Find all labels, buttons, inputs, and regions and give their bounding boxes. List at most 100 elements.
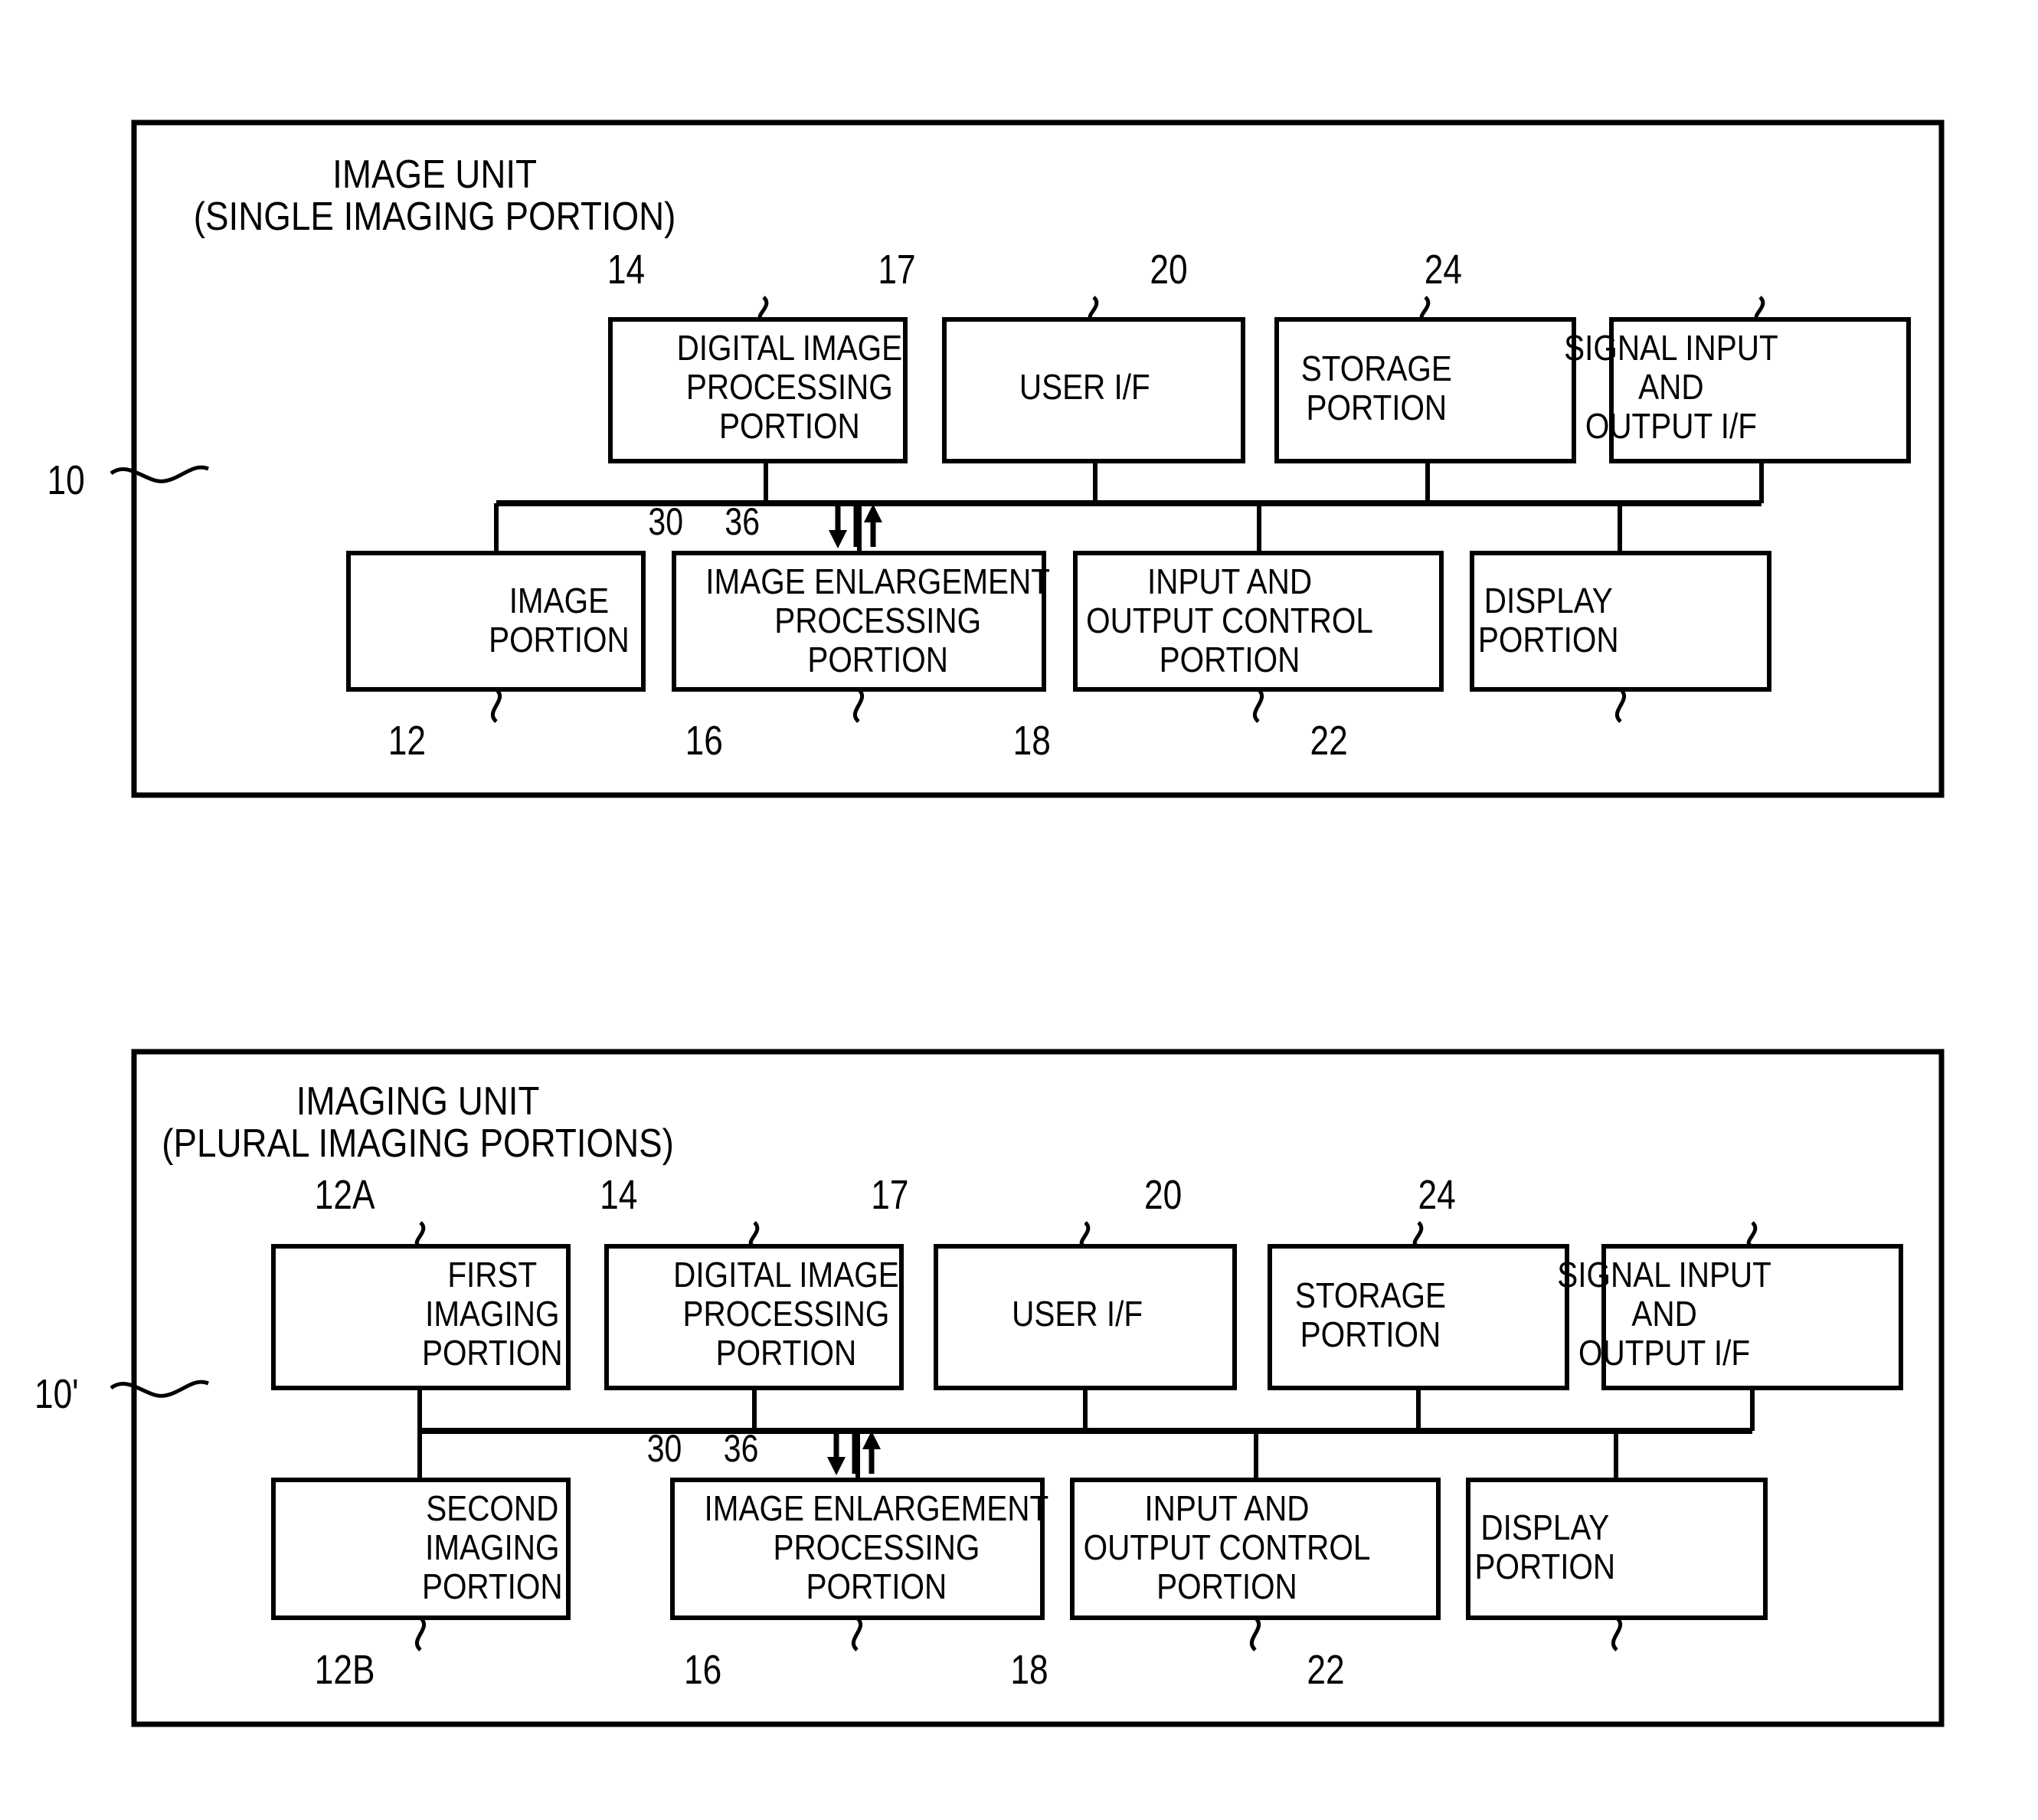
figure-1-title-line1: IMAGE UNIT [332, 152, 537, 196]
f1-box16-line2: PROCESSING [774, 602, 981, 641]
f2-ref-20: 20 [1144, 1172, 1182, 1218]
f2-ref-17: 17 [871, 1172, 908, 1218]
f2-leader-24 [1746, 1221, 1758, 1249]
f2-box-image-enlargement-processing-portion[interactable]: IMAGE ENLARGEMENT PROCESSING PORTION [670, 1478, 1048, 1620]
block-diagram-canvas: 10 IMAGE UNIT (SINGLE IMAGING PORTION) 3… [34, 119, 1945, 1727]
f2-box18-line3: PORTION [1156, 1568, 1297, 1607]
f1-ref-14: 14 [607, 247, 645, 293]
f2-box17-line1: USER I/F [1012, 1295, 1143, 1334]
f1-ref-17: 17 [878, 247, 915, 293]
f2-box12A-line1: FIRST [447, 1256, 537, 1295]
f2-leader-12B [414, 1616, 427, 1651]
f1-leader-12 [490, 688, 502, 723]
f2-ref-14: 14 [600, 1172, 637, 1218]
f1-ref-16: 16 [685, 718, 723, 764]
f2-box-storage-portion[interactable]: STORAGE PORTION [1268, 1244, 1569, 1390]
f1-box18-line3: PORTION [1160, 641, 1300, 680]
f2-box14-line3: PORTION [716, 1334, 857, 1373]
f2-box-digital-image-processing-portion[interactable]: DIGITAL IMAGE PROCESSING PORTION [604, 1244, 904, 1390]
f1-box12-line2: PORTION [489, 621, 630, 660]
f2-box12B-line2: IMAGING [425, 1529, 559, 1568]
f1-leader-24 [1754, 296, 1765, 322]
f1-ref-20: 20 [1150, 247, 1187, 293]
f2-box-display-portion[interactable]: DISPLAY PORTION [1466, 1478, 1768, 1620]
f1-box18-line2: OUTPUT CONTROL [1086, 602, 1373, 641]
f2-ref-16: 16 [684, 1647, 721, 1693]
f2-ref-18: 18 [1010, 1647, 1048, 1693]
figure-2-title-line2: (PLURAL IMAGING PORTIONS) [162, 1121, 674, 1165]
f2-box24-line1: SIGNAL INPUT [1557, 1256, 1771, 1295]
f1-box14-line3: PORTION [719, 408, 860, 447]
f1-box16-line3: PORTION [807, 641, 948, 680]
f1-ref-12: 12 [388, 718, 426, 764]
f2-box-first-imaging-portion[interactable]: FIRST IMAGING PORTION [271, 1244, 571, 1390]
f1-box-storage-portion[interactable]: STORAGE PORTION [1274, 317, 1576, 463]
figure-1-outer-ref-leader [110, 465, 209, 483]
f2-leader-12A [414, 1221, 426, 1249]
f1-box-image-enlargement-processing-portion[interactable]: IMAGE ENLARGEMENT PROCESSING PORTION [672, 551, 1050, 692]
f1-box-user-if[interactable]: USER I/F [942, 317, 1245, 463]
f2-leader-20 [1412, 1221, 1424, 1249]
f1-box-signal-input-and-output-if[interactable]: SIGNAL INPUT AND OUTPUT I/F [1564, 317, 1911, 463]
figure-1-outer-ref: 10 [47, 457, 84, 503]
f1-box22-line1: DISPLAY [1484, 582, 1613, 621]
f2-box20-line1: STORAGE [1295, 1277, 1446, 1316]
f1-bus-label-right: 36 [725, 500, 760, 543]
f2-box18-line2: OUTPUT CONTROL [1084, 1529, 1371, 1568]
figure-2-outer-ref: 10' [34, 1371, 79, 1417]
f2-bus-label-left: 30 [647, 1427, 682, 1470]
f1-ref-22: 22 [1310, 718, 1348, 764]
f1-box24-line1: SIGNAL INPUT [1564, 329, 1778, 368]
f1-box20-line2: PORTION [1307, 389, 1448, 428]
f1-box-input-and-output-control-portion[interactable]: INPUT AND OUTPUT CONTROL PORTION [1073, 551, 1444, 692]
f1-box-image-portion[interactable]: IMAGE PORTION [346, 551, 646, 692]
f1-leader-22 [1614, 688, 1627, 723]
f1-box16-line1: IMAGE ENLARGEMENT [705, 563, 1050, 602]
f1-box18-line1: INPUT AND [1147, 563, 1312, 602]
f2-box-input-and-output-control-portion[interactable]: INPUT AND OUTPUT CONTROL PORTION [1070, 1478, 1441, 1620]
f1-box24-line3: OUTPUT I/F [1585, 408, 1757, 447]
f2-ref-12B: 12B [315, 1647, 375, 1693]
figure-2-title-line1: IMAGING UNIT [296, 1079, 540, 1123]
f2-box-user-if[interactable]: USER I/F [934, 1244, 1237, 1390]
f2-box16-line3: PORTION [806, 1568, 947, 1607]
f2-box24-line2: AND [1631, 1295, 1696, 1334]
f1-bus-label-left: 30 [648, 500, 683, 543]
f2-leader-17 [1079, 1221, 1091, 1249]
f1-box17-line1: USER I/F [1019, 368, 1150, 408]
f2-box12A-line2: IMAGING [425, 1295, 559, 1334]
f1-box14-line2: PROCESSING [686, 368, 893, 408]
patent-figure-page: 10 IMAGE UNIT (SINGLE IMAGING PORTION) 3… [0, 0, 2038, 1820]
f1-down-arrow-icon [829, 506, 847, 548]
f1-up-arrow-icon [864, 504, 882, 547]
f2-box-signal-input-and-output-if[interactable]: SIGNAL INPUT AND OUTPUT I/F [1557, 1244, 1903, 1390]
figure-2-outer-ref-leader [110, 1380, 209, 1398]
figure-1-group: 10 IMAGE UNIT (SINGLE IMAGING PORTION) 3… [47, 119, 1945, 798]
f2-box20-line2: PORTION [1300, 1316, 1441, 1355]
f2-box24-line3: OUTPUT I/F [1578, 1334, 1750, 1373]
f2-bus-label-right: 36 [724, 1427, 759, 1470]
f2-leader-22 [1611, 1616, 1623, 1651]
f1-box14-line1: DIGITAL IMAGE [677, 329, 903, 368]
f1-leader-16 [852, 688, 865, 723]
f2-box22-line2: PORTION [1475, 1548, 1616, 1587]
f2-leader-14 [748, 1221, 760, 1249]
f2-leader-16 [851, 1616, 863, 1651]
f1-leader-14 [757, 296, 769, 322]
f1-leader-17 [1088, 296, 1099, 322]
f2-box14-line2: PROCESSING [683, 1295, 890, 1334]
f1-box24-line2: AND [1638, 368, 1703, 408]
f2-box18-line1: INPUT AND [1144, 1490, 1309, 1529]
f1-box12-line1: IMAGE [509, 582, 609, 621]
f1-box-digital-image-processing-portion[interactable]: DIGITAL IMAGE PROCESSING PORTION [608, 317, 908, 463]
f2-up-arrow-icon [862, 1431, 881, 1474]
f1-leader-20 [1419, 296, 1431, 322]
f1-ref-18: 18 [1013, 718, 1051, 764]
f2-ref-22: 22 [1307, 1647, 1344, 1693]
f2-box-second-imaging-portion[interactable]: SECOND IMAGING PORTION [271, 1478, 571, 1620]
f2-leader-18 [1249, 1616, 1261, 1651]
f1-ref-24: 24 [1425, 247, 1462, 293]
f2-box16-line2: PROCESSING [773, 1529, 980, 1568]
f2-box12A-line3: PORTION [422, 1334, 563, 1373]
f1-box-display-portion[interactable]: DISPLAY PORTION [1470, 551, 1771, 692]
